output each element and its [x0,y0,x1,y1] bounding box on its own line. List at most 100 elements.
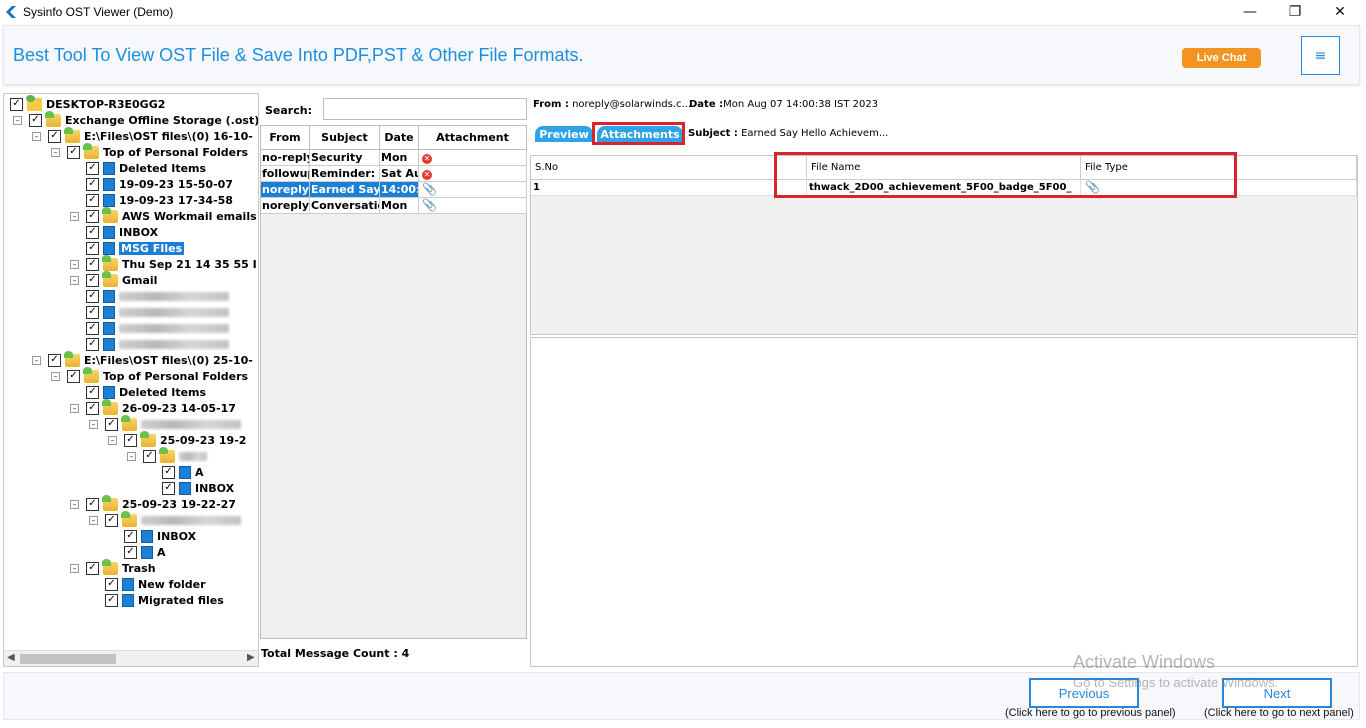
message-subject-cell[interactable]: Conversatio [310,198,380,214]
message-date-cell[interactable]: Sat Au [380,166,419,182]
tree-checkbox[interactable]: ✓ [162,481,175,495]
collapse-toggle-icon[interactable]: – [70,212,79,221]
collapse-toggle-icon[interactable]: – [70,276,79,285]
column-header-sno[interactable]: S.No [531,156,807,180]
collapse-toggle-icon[interactable]: – [32,132,41,141]
message-from-cell[interactable]: no-reply [261,150,310,166]
scroll-left-icon[interactable]: ◀ [7,652,15,663]
tree-node[interactable]: ✓ Migrated files [105,592,224,608]
tree-node[interactable]: – ✓ Top of Personal Folders [51,142,248,160]
attachment-sno[interactable]: 1 [531,180,807,196]
message-from-cell[interactable]: noreply@ [261,182,310,198]
collapse-toggle-icon[interactable]: – [89,516,98,525]
scrollbar-thumb[interactable] [20,654,116,664]
message-attachment-cell[interactable]: ✕ [419,150,527,166]
collapse-toggle-icon[interactable]: – [127,452,136,461]
tree-checkbox[interactable]: ✓ [105,593,118,607]
tree-checkbox[interactable]: ✓ [124,545,137,559]
tree-checkbox[interactable]: ✓ [67,145,80,159]
message-date-cell[interactable]: Mon [380,198,419,214]
tree-checkbox[interactable]: ✓ [86,561,99,575]
message-attachment-cell[interactable]: ✕ [419,166,527,182]
tree-node[interactable]: ✓ Deleted Items [86,384,206,400]
tree-node[interactable]: ✓ [86,320,229,336]
tree-checkbox[interactable]: ✓ [124,433,137,447]
tree-checkbox[interactable]: ✓ [105,417,118,431]
tree-checkbox[interactable]: ✓ [86,225,99,239]
tree-node[interactable]: – ✓ E:\Files\OST files\(0) 16-10- [32,126,253,144]
tree-checkbox[interactable]: ✓ [67,369,80,383]
message-subject-cell[interactable]: Security [310,150,380,166]
tree-node[interactable]: ✓ INBOX [162,480,234,496]
tree-checkbox[interactable]: ✓ [86,209,99,223]
tree-node[interactable]: – ✓ E:\Files\OST files\(0) 25-10- [32,350,253,368]
tree-checkbox[interactable]: ✓ [105,513,118,527]
collapse-toggle-icon[interactable]: – [70,404,79,413]
collapse-toggle-icon[interactable]: – [32,356,41,365]
tree-checkbox[interactable]: ✓ [86,177,99,191]
tab-preview[interactable]: Preview [535,126,593,142]
tree-checkbox[interactable]: ✓ [10,97,23,111]
tree-checkbox[interactable]: ✓ [86,337,99,351]
tree-node[interactable]: – ✓ [89,414,241,432]
tree-checkbox[interactable]: ✓ [86,401,99,415]
message-date-cell[interactable]: 14:00:3 [380,182,419,198]
tree-checkbox[interactable]: ✓ [86,289,99,303]
tree-checkbox[interactable]: ✓ [86,305,99,319]
tree-checkbox[interactable]: ✓ [48,353,61,367]
tree-node[interactable]: ✓ INBOX [124,528,196,544]
tree-checkbox[interactable]: ✓ [143,449,156,463]
collapse-toggle-icon[interactable]: – [70,260,79,269]
message-attachment-cell[interactable]: 📎 [419,182,527,198]
tree-node[interactable]: – ✓ 26-09-23 14-05-17 [70,398,236,416]
tree-checkbox[interactable]: ✓ [86,241,99,255]
collapse-toggle-icon[interactable]: – [70,500,79,509]
tree-node[interactable]: – ✓ 25-09-23 19-22-27 [70,494,236,512]
tree-horizontal-scrollbar[interactable]: ◀ ▶ [4,650,258,666]
tree-node[interactable]: ✓ Deleted Items [86,160,206,176]
tree-checkbox[interactable]: ✓ [86,257,99,271]
tree-checkbox[interactable]: ✓ [86,193,99,207]
tree-node[interactable]: ✓ [86,336,229,352]
tree-node[interactable]: – ✓ Trash [70,558,156,576]
column-header-from[interactable]: From [261,126,310,150]
tree-checkbox[interactable]: ✓ [124,529,137,543]
collapse-toggle-icon[interactable]: – [108,436,117,445]
collapse-toggle-icon[interactable]: – [70,564,79,573]
tree-node[interactable]: ✓ INBOX [86,224,158,240]
tree-node[interactable]: ✓ [86,304,229,320]
tree-checkbox[interactable]: ✓ [48,129,61,143]
tree-node[interactable]: –✓DESKTOP-R3E0GG2 [10,94,165,112]
maximize-button[interactable]: ❐ [1272,0,1318,24]
tree-node[interactable]: – ✓ Gmail [70,270,157,288]
message-subject-cell[interactable]: Reminder: [310,166,380,182]
tree-node[interactable]: – ✓ Top of Personal Folders [51,366,248,384]
column-header-attachment[interactable]: Attachment [419,126,527,150]
menu-icon[interactable]: ≡ [1301,36,1340,75]
tree-checkbox[interactable]: ✓ [29,113,42,127]
column-header-subject[interactable]: Subject [310,126,380,150]
tree-node[interactable]: ✓ 19-09-23 15-50-07 [86,176,233,192]
tree-checkbox[interactable]: ✓ [162,465,175,479]
tree-checkbox[interactable]: ✓ [86,273,99,287]
message-from-cell[interactable]: noreply@ [261,198,310,214]
scroll-right-icon[interactable]: ▶ [247,652,255,663]
tree-checkbox[interactable]: ✓ [86,321,99,335]
tree-checkbox[interactable]: ✓ [86,385,99,399]
close-button[interactable]: ✕ [1317,0,1363,24]
tree-checkbox[interactable]: ✓ [86,161,99,175]
tree-node[interactable]: ✓ A [124,544,166,560]
tree-node[interactable]: ✓ A [162,464,204,480]
message-attachment-cell[interactable]: 📎 [419,198,527,214]
tree-node[interactable]: ✓ MSG FIles [86,240,185,256]
tree-node[interactable]: ✓ New folder [105,576,206,592]
tree-node[interactable]: – ✓ Exchange Offline Storage (.ost) [13,110,258,128]
column-header-date[interactable]: Date [380,126,419,150]
live-chat-button[interactable]: Live Chat [1182,48,1261,68]
tree-node[interactable]: ✓ 19-09-23 17-34-58 [86,192,233,208]
message-from-cell[interactable]: followup [261,166,310,182]
tree-node[interactable]: – ✓ [89,510,241,528]
tree-checkbox[interactable]: ✓ [105,577,118,591]
tree-node[interactable]: ✓ [86,288,229,304]
collapse-toggle-icon[interactable]: – [13,116,22,125]
